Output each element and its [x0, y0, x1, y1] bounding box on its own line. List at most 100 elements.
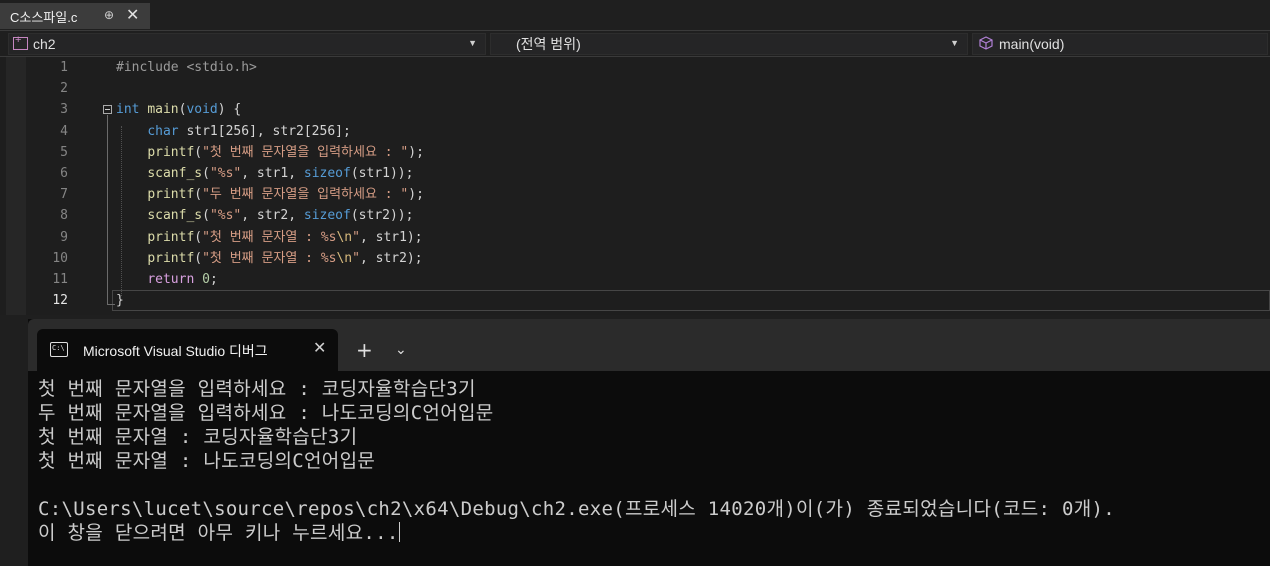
new-tab-button[interactable]: + — [356, 337, 373, 363]
line-number: 7 — [60, 187, 68, 203]
code-token: " — [352, 250, 360, 266]
code-token: "%s" — [209, 208, 242, 224]
code-token: , str1); — [359, 229, 423, 245]
code-line[interactable]: 11 return 0; — [0, 269, 1270, 290]
chevron-down-icon[interactable]: ▼ — [468, 38, 477, 48]
close-icon[interactable]: ✕ — [313, 338, 326, 357]
file-tab-name[interactable]: C소스파일.c — [10, 7, 77, 26]
code-line[interactable]: 3 int main(void) { — [0, 99, 1270, 120]
line-number: 11 — [52, 272, 68, 287]
code-token: printf — [147, 187, 195, 203]
code-line[interactable]: 1 #include <stdio.h> — [0, 57, 1270, 78]
code-token: ( — [202, 208, 210, 224]
navigation-bar: ch2 ▼ (전역 범위) ▼ main(void) — [0, 31, 1270, 57]
console-icon: C:\ — [50, 342, 68, 357]
code-line[interactable]: 5 printf("첫 번째 문자열을 입력하세요 : "); — [0, 142, 1270, 163]
chevron-down-icon[interactable]: ⌄ — [395, 339, 407, 361]
code-text: printf("첫 번째 문자열을 입력하세요 : "); — [116, 142, 424, 163]
pin-icon[interactable]: ⊕ — [104, 8, 114, 22]
code-token: printf — [147, 250, 195, 266]
line-number: 6 — [60, 166, 68, 181]
close-icon[interactable]: ✕ — [126, 5, 139, 24]
code-token: ( — [194, 250, 203, 266]
code-token: "%s" — [209, 166, 242, 181]
code-token: "첫 번째 문자열 : %s — [202, 229, 337, 245]
scope-dropdown[interactable]: (전역 범위) ▼ — [490, 33, 968, 55]
debug-console-window[interactable]: C:\ Microsoft Visual Studio 디버그 ✕ + ⌄ 첫 … — [28, 319, 1270, 566]
function-dropdown[interactable]: main(void) — [972, 33, 1268, 55]
terminal-tab[interactable]: C:\ Microsoft Visual Studio 디버그 ✕ — [37, 329, 338, 371]
code-token: sizeof — [303, 208, 351, 224]
code-token: (str2)); — [350, 208, 414, 224]
code-text: char str1[256], str2[256]; — [116, 121, 351, 142]
code-line[interactable]: 2 — [0, 78, 1270, 99]
file-tab[interactable]: C소스파일.c ⊕ ✕ — [0, 3, 150, 29]
code-line[interactable]: 7 printf("두 번째 문자열을 입력하세요 : "); — [0, 184, 1270, 205]
code-line[interactable]: 10 printf("첫 번째 문자열 : %s\n", str2); — [0, 248, 1270, 269]
code-editor[interactable]: 1 #include <stdio.h> 2 3 int main(void) {4 c… — [0, 57, 1270, 315]
project-label: ch2 — [33, 36, 56, 52]
code-token: str1[256], str2[256]; — [178, 123, 351, 139]
code-token: ); — [408, 187, 424, 203]
code-token: void — [186, 102, 218, 118]
code-text: printf("첫 번째 문자열 : %s\n", str1); — [116, 227, 423, 248]
text-cursor — [398, 522, 400, 542]
terminal-output-line: 첫 번째 문자열 : 나도코딩의C언어입문 — [38, 450, 376, 472]
code-token: printf — [147, 229, 195, 245]
function-label: main(void) — [999, 36, 1065, 52]
code-line[interactable]: 6 scanf_s("%s", str1, sizeof(str1)); — [0, 163, 1270, 184]
line-number: 8 — [60, 208, 68, 224]
code-token: " — [352, 229, 360, 245]
code-token: "첫 번째 문자열을 입력하세요 : " — [202, 144, 409, 160]
code-token: (str1)); — [350, 166, 414, 181]
code-token: "첫 번째 문자열 : %s — [202, 250, 337, 266]
code-text: #include <stdio.h> — [116, 57, 257, 78]
code-token: , str2, — [241, 208, 304, 224]
cube-icon — [979, 36, 993, 50]
code-token: ); — [408, 144, 424, 160]
project-dropdown[interactable]: ch2 ▼ — [8, 33, 486, 55]
line-number: 4 — [60, 123, 68, 139]
chevron-down-icon[interactable]: ▼ — [950, 38, 959, 48]
code-token: return — [147, 272, 195, 287]
code-line[interactable]: 8 scanf_s("%s", str2, sizeof(str2)); — [0, 205, 1270, 226]
code-token: ( — [194, 144, 203, 160]
terminal-title-bar: C:\ Microsoft Visual Studio 디버그 ✕ + ⌄ — [28, 319, 1270, 371]
code-token: ( — [194, 229, 203, 245]
code-line[interactable]: 12} — [0, 290, 1270, 311]
document-tab-strip: C소스파일.c ⊕ ✕ — [0, 0, 1270, 31]
code-text: return 0; — [116, 269, 217, 290]
code-token: , str2); — [359, 250, 423, 266]
terminal-output-line: 첫 번째 문자열 : 코딩자율학습단3기 — [38, 426, 358, 448]
code-token: printf — [147, 144, 195, 160]
code-line[interactable]: 4 char str1[256], str2[256]; — [0, 121, 1270, 142]
terminal-output-line: C:\Users\lucet\source\repos\ch2\x64\Debu… — [38, 498, 1116, 520]
code-line[interactable]: 9 printf("첫 번째 문자열 : %s\n", str1); — [0, 227, 1270, 248]
code-text: printf("두 번째 문자열을 입력하세요 : "); — [116, 184, 424, 205]
line-number: 12 — [52, 293, 68, 309]
code-token: 0 — [202, 272, 210, 287]
code-text: scanf_s("%s", str1, sizeof(str1)); — [116, 163, 413, 184]
code-token: char — [147, 123, 179, 139]
line-number: 10 — [52, 250, 68, 266]
code-token: ( — [202, 166, 210, 181]
terminal-output[interactable]: 첫 번째 문자열을 입력하세요 : 코딩자율학습단3기 두 번째 문자열을 입력하… — [38, 377, 1268, 545]
code-token: scanf_s — [147, 166, 203, 181]
code-token: ) { — [217, 102, 242, 118]
code-token: scanf_s — [147, 208, 203, 224]
project-icon — [13, 34, 28, 50]
scope-label: (전역 범위) — [516, 36, 581, 52]
code-token: sizeof — [303, 166, 351, 181]
code-text: scanf_s("%s", str2, sizeof(str2)); — [116, 205, 413, 226]
terminal-output-line: 첫 번째 문자열을 입력하세요 : 코딩자율학습단3기 — [38, 378, 476, 400]
